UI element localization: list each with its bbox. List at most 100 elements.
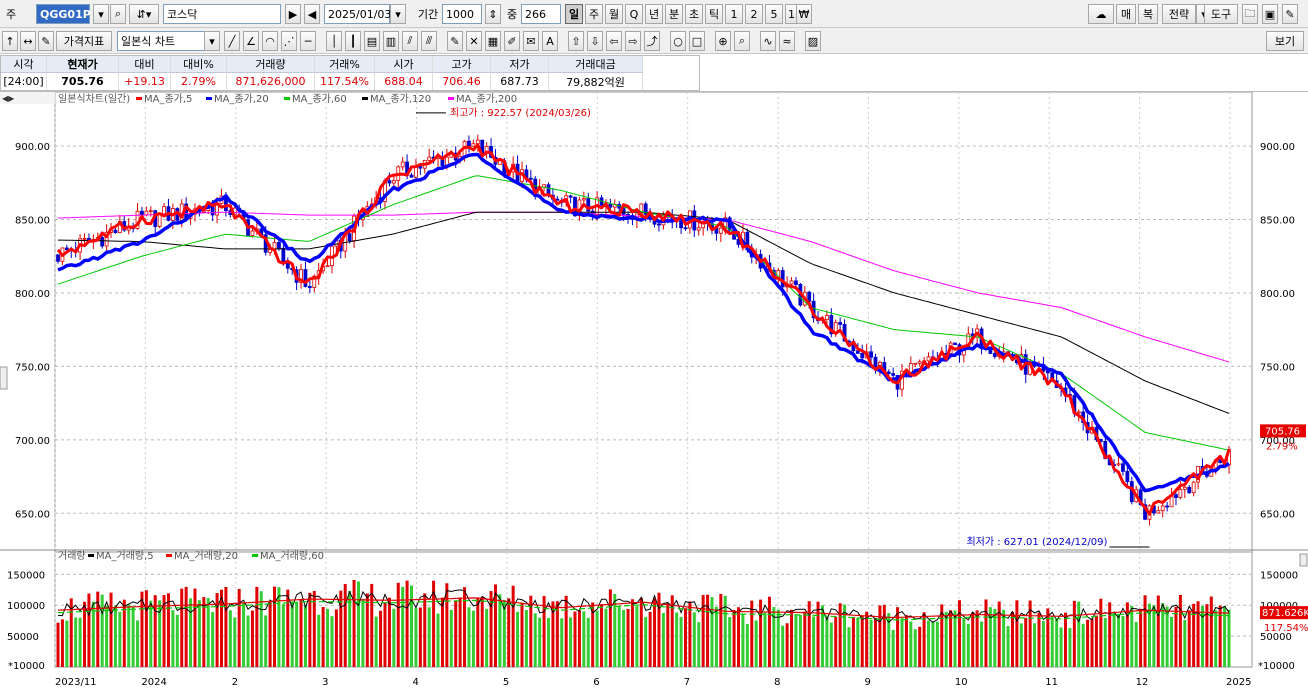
volume-bar (118, 611, 122, 667)
candle-body (250, 230, 255, 236)
drawing-tool-button-13[interactable]: ▦ (485, 31, 501, 51)
drawing-tool-button-22[interactable]: ○ (670, 31, 686, 51)
drawing-tool-button-28[interactable]: ▨ (805, 31, 821, 51)
volume-bar (290, 601, 294, 667)
drawing-tool-button-10[interactable]: ⫻ (421, 31, 437, 51)
drawing-tool-button-16[interactable]: A (542, 31, 558, 51)
strategy-button[interactable]: 전략 (1162, 4, 1196, 24)
chart-type-dropdown[interactable]: ▾ (204, 31, 220, 51)
interval-button-5[interactable]: 분 (665, 4, 683, 24)
volume-bar (1059, 627, 1063, 667)
compound-button[interactable]: 복 (1138, 4, 1158, 24)
symbol-code-input[interactable]: QGG01P (36, 4, 91, 24)
interval-button-10[interactable]: 5 (765, 4, 783, 24)
drawing-tool-button-26[interactable]: ∿ (760, 31, 776, 51)
count-input[interactable]: 266 (521, 4, 561, 24)
interval-button-9[interactable]: 2 (745, 4, 763, 24)
view-button[interactable]: 보기 (1266, 31, 1304, 51)
quote-header-1: 현재가 (47, 56, 119, 73)
volume-bar (648, 611, 652, 667)
drawing-tool-button-24[interactable]: ⊕ (715, 31, 731, 51)
search-button[interactable]: ⌕ (110, 4, 126, 24)
x-axis-label: 3 (322, 677, 328, 688)
date-input[interactable]: 2025/01/03 (324, 4, 391, 24)
volume-bar (790, 609, 794, 667)
scroll-up-button[interactable]: ↑ (2, 31, 18, 51)
chart-pattern-button[interactable]: ₩ (796, 4, 812, 24)
buy-sell-button[interactable]: 매 (1116, 4, 1136, 24)
drawing-tool-button-5[interactable]: │ (326, 31, 342, 51)
market-name-field[interactable]: 코스닥 (163, 4, 281, 24)
drawing-tool-button-11[interactable]: ✎ (447, 31, 463, 51)
tools-button[interactable]: 도구 (1204, 4, 1238, 24)
legend-swatch (284, 97, 290, 100)
drawing-tool-button-8[interactable]: ▥ (383, 31, 399, 51)
volume-bar (387, 597, 391, 667)
candle-body (1187, 486, 1192, 494)
interval-button-1[interactable]: 주 (585, 4, 603, 24)
drawing-tool-button-12[interactable]: ✕ (466, 31, 482, 51)
volume-bar (197, 600, 201, 667)
volume-bar (65, 620, 69, 667)
interval-button-8[interactable]: 1 (725, 4, 743, 24)
drawing-tool-button-27[interactable]: ≈ (779, 31, 795, 51)
volume-bar (56, 622, 60, 667)
drawing-tool-button-21[interactable]: ⤴ (644, 31, 660, 51)
volume-bars (56, 579, 1231, 667)
volume-bar (931, 621, 935, 667)
chart-type-select[interactable]: 일본식 차트 (117, 31, 205, 51)
drawing-tool-button-0[interactable]: ╱ (224, 31, 240, 51)
price-indicator-button[interactable]: 가격지표 (56, 31, 112, 51)
candle-body (162, 206, 166, 215)
drawing-tool-button-19[interactable]: ⇦ (606, 31, 622, 51)
next-button[interactable]: ▶ (285, 4, 301, 24)
drawing-tool-button-6[interactable]: ┃ (345, 31, 361, 51)
volume-bar (317, 614, 321, 667)
drawing-tool-button-1[interactable]: ∠ (243, 31, 259, 51)
interval-button-6[interactable]: 초 (685, 4, 703, 24)
volume-bar (1112, 612, 1116, 667)
period-spinner[interactable]: ⇕ (485, 4, 501, 24)
prev-button[interactable]: ◀ (304, 4, 320, 24)
drawing-tool-button-2[interactable]: ◠ (262, 31, 278, 51)
candle-body (1182, 486, 1187, 490)
volume-bar (661, 612, 665, 667)
cloud-button[interactable]: ☁ (1088, 4, 1114, 24)
drawing-tool-button-20[interactable]: ⇨ (625, 31, 641, 51)
drawing-tool-button-17[interactable]: ⇧ (568, 31, 584, 51)
candle-body (608, 203, 613, 208)
interval-button-7[interactable]: 틱 (705, 4, 723, 24)
price-volume-chart[interactable]: ◀▶900.00 900.00850.00 850.00800.00 800.0075… (0, 91, 1308, 689)
drawing-tool-button-18[interactable]: ⇩ (587, 31, 603, 51)
sort-button[interactable]: ⇵▾ (129, 4, 159, 24)
drawing-tool-button-15[interactable]: ✉ (523, 31, 539, 51)
legend-swatch (448, 97, 454, 100)
interval-button-4[interactable]: 년 (645, 4, 663, 24)
volume-bar (127, 604, 131, 667)
quote-header-0: 시각 (1, 56, 47, 73)
interval-button-0[interactable]: 일 (565, 4, 583, 24)
drawing-tool-button-25[interactable]: ⌕ (734, 31, 750, 51)
date-dropdown-button[interactable]: ▾ (390, 4, 406, 24)
expand-button[interactable]: ↔ (20, 31, 36, 51)
drawing-tool-button-3[interactable]: ⋰ (281, 31, 297, 51)
open-button[interactable]: 🗀 (1242, 4, 1258, 24)
x-axis-label: 8 (774, 677, 780, 688)
period-input[interactable]: 1000 (442, 4, 482, 24)
settings-button[interactable]: ✎ (1282, 4, 1298, 24)
drawing-tool-button-14[interactable]: ✐ (504, 31, 520, 51)
drawing-tool-button-23[interactable]: □ (689, 31, 705, 51)
interval-button-2[interactable]: 월 (605, 4, 623, 24)
volume-bar (820, 605, 824, 667)
drawing-tool-button-7[interactable]: ▤ (364, 31, 380, 51)
interval-button-3[interactable]: Q (625, 4, 643, 24)
edit-button[interactable]: ✎ (38, 31, 54, 51)
drawing-tool-button-9[interactable]: ⫽ (402, 31, 418, 51)
chart-area[interactable]: ◀▶ 900.00 900.00 850.00 850.00 800.00 800.00 75… (0, 91, 1308, 688)
volume-bar (834, 616, 838, 667)
volume-bar (383, 602, 387, 667)
symbol-dropdown-button[interactable]: ▾ (93, 4, 109, 24)
save-button[interactable]: ▣ (1262, 4, 1278, 24)
drawing-tool-button-4[interactable]: ─ (300, 31, 316, 51)
volume-bar (1055, 619, 1059, 667)
